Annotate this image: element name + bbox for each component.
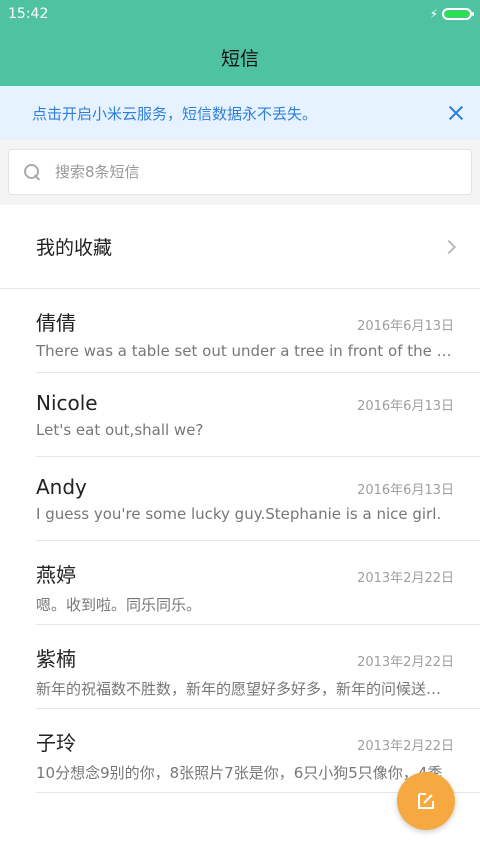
status-time: 15:42	[8, 6, 49, 22]
message-date: 2016年6月13日	[357, 399, 454, 414]
favorites-label: 我的收藏	[36, 237, 113, 259]
message-date: 2013年2月22日	[357, 655, 454, 670]
bolt-icon: ⚡	[429, 7, 438, 21]
conversation-item[interactable]: 燕婷 2013年2月22日 嗯。收到啦。同乐同乐。	[36, 541, 480, 625]
message-preview: There was a table set out under a tree i…	[36, 342, 454, 360]
message-preview: Let's eat out,shall we?	[36, 421, 204, 439]
message-preview: 10分想念9别的你，8张照片7张是你，6只小狗5只像你，4季	[36, 764, 443, 782]
compose-icon	[418, 793, 434, 809]
conversation-list: 倩倩 2016年6月13日 There was a table set out …	[0, 289, 480, 793]
contact-name: 紫楠	[36, 647, 76, 671]
status-bar: 15:42 ⚡	[0, 0, 480, 28]
contact-name: 燕婷	[36, 563, 76, 587]
page-title: 短信	[220, 47, 259, 70]
favorites-row[interactable]: 我的收藏	[0, 205, 480, 289]
message-preview: I guess you're some lucky guy.Stephanie …	[36, 505, 442, 523]
search-input[interactable]	[55, 163, 435, 181]
contact-name: 子玲	[36, 731, 76, 755]
compose-button[interactable]	[397, 772, 455, 830]
contact-name: Andy	[36, 475, 87, 499]
conversation-item[interactable]: 紫楠 2013年2月22日 新年的祝福数不胜数，新年的愿望好多好多，新年的问候送…	[36, 625, 480, 709]
message-preview: 嗯。收到啦。同乐同乐。	[36, 596, 202, 614]
battery-icon	[442, 8, 474, 20]
message-date: 2016年6月13日	[357, 483, 454, 498]
search-icon	[23, 163, 41, 181]
app-header: 短信	[0, 28, 480, 86]
cloud-service-banner[interactable]: 点击开启小米云服务，短信数据永不丢失。	[0, 86, 480, 140]
contact-name: Nicole	[36, 391, 98, 415]
search-box[interactable]	[8, 149, 472, 195]
message-date: 2016年6月13日	[357, 319, 454, 334]
message-date: 2013年2月22日	[357, 739, 454, 754]
message-preview: 新年的祝福数不胜数，新年的愿望好多好多，新年的问候送给你	[36, 680, 454, 698]
contact-name: 倩倩	[36, 311, 76, 335]
search-container	[0, 140, 480, 205]
chevron-right-icon	[441, 239, 457, 254]
conversation-item[interactable]: Nicole 2016年6月13日 Let's eat out,shall we…	[36, 373, 480, 457]
conversation-item[interactable]: Andy 2016年6月13日 I guess you're some luck…	[36, 457, 480, 541]
banner-text[interactable]: 点击开启小米云服务，短信数据永不丢失。	[32, 103, 317, 124]
message-date: 2013年2月22日	[357, 571, 454, 586]
conversation-item[interactable]: 倩倩 2016年6月13日 There was a table set out …	[36, 289, 480, 373]
status-icons: ⚡	[429, 7, 474, 21]
close-icon[interactable]	[446, 103, 466, 123]
